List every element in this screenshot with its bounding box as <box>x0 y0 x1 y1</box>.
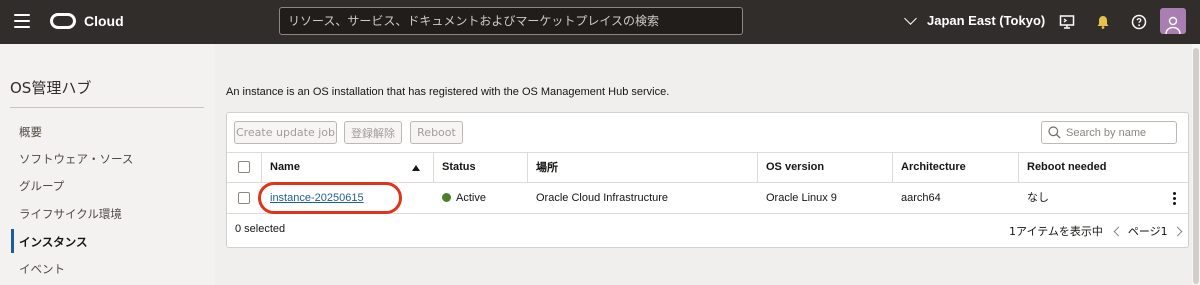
table-search-input[interactable] <box>1066 126 1176 139</box>
page-description: An instance is an OS installation that h… <box>226 86 670 98</box>
table-search[interactable] <box>1041 121 1177 144</box>
status-label: Active <box>456 192 486 204</box>
nav-item-events[interactable]: イベント <box>19 261 65 277</box>
instances-table-panel: Create update job 登録解除 Reboot Name Statu… <box>226 112 1189 248</box>
instance-name-link[interactable]: instance-20250615 <box>270 192 364 204</box>
nav-divider <box>10 107 204 108</box>
table-header: Name Status 場所 OS version Architecture R… <box>227 152 1188 183</box>
cell-status: Active <box>434 183 486 213</box>
top-navigation-bar: Cloud Japan East (Tokyo) <box>0 0 1200 44</box>
side-navigation: OS管理ハブ 概要 ソフトウェア・ソース グループ ライフサイクル環境 インスタ… <box>0 44 215 285</box>
nav-item-overview[interactable]: 概要 <box>19 124 42 140</box>
nav-item-instances[interactable]: インスタンス <box>19 234 88 250</box>
cloud-shell-icon[interactable] <box>1057 12 1077 32</box>
region-label: Japan East (Tokyo) <box>927 13 1046 28</box>
cell-architecture: aarch64 <box>901 192 941 204</box>
region-selector[interactable]: Japan East (Tokyo) <box>904 12 1046 28</box>
select-all-checkbox[interactable] <box>238 161 250 173</box>
app-name: Cloud <box>84 13 124 29</box>
page-label: ページ1 <box>1127 225 1168 238</box>
column-header-location[interactable]: 場所 <box>528 153 758 182</box>
search-icon <box>1048 126 1061 139</box>
nav-item-lifecycle-environments[interactable]: ライフサイクル環境 <box>19 206 122 222</box>
unregister-button[interactable]: 登録解除 <box>344 121 402 144</box>
notifications-icon[interactable] <box>1093 12 1113 32</box>
nav-active-indicator <box>11 229 14 253</box>
menu-icon[interactable] <box>14 14 30 28</box>
oracle-cloud-logo[interactable]: Cloud <box>50 13 124 29</box>
create-update-job-button[interactable]: Create update job <box>234 121 337 144</box>
column-header-reboot-needed[interactable]: Reboot needed <box>1019 153 1188 182</box>
column-header-name-label: Name <box>270 161 300 173</box>
user-avatar[interactable] <box>1160 8 1186 34</box>
row-select-checkbox[interactable] <box>238 192 250 204</box>
help-icon[interactable] <box>1129 12 1149 32</box>
next-page-icon[interactable] <box>1172 226 1183 236</box>
row-actions-menu-icon[interactable] <box>1173 192 1177 206</box>
user-profile-icon <box>1165 16 1181 34</box>
column-header-status[interactable]: Status <box>434 153 528 182</box>
page-scrollbar-thumb[interactable] <box>1193 48 1199 284</box>
cell-name: instance-20250615 <box>262 183 364 213</box>
select-all-cell <box>227 153 262 182</box>
pagination: 1アイテムを表示中 ページ1 <box>1009 223 1183 239</box>
cell-reboot-needed: なし <box>1027 191 1049 204</box>
nav-item-groups[interactable]: グループ <box>19 178 64 194</box>
oracle-logo-icon <box>50 13 76 29</box>
previous-page-icon[interactable] <box>1113 226 1124 236</box>
nav-item-software-sources[interactable]: ソフトウェア・ソース <box>19 151 133 167</box>
cell-os-version: Oracle Linux 9 <box>766 192 837 204</box>
cell-location: Oracle Cloud Infrastructure <box>536 192 669 204</box>
selected-count: 0 selected <box>235 223 286 235</box>
column-header-name[interactable]: Name <box>262 153 434 182</box>
reboot-button[interactable]: Reboot <box>410 121 463 144</box>
column-header-architecture[interactable]: Architecture <box>893 153 1019 182</box>
global-search-input[interactable] <box>288 14 734 28</box>
chevron-down-icon <box>904 12 917 25</box>
table-row: instance-20250615 Active Oracle Cloud In… <box>227 183 1188 214</box>
sort-ascending-icon[interactable] <box>412 165 420 171</box>
global-search[interactable] <box>279 7 743 35</box>
service-title: OS管理ハブ <box>10 79 92 97</box>
status-active-dot-icon <box>442 193 451 202</box>
column-header-os-version[interactable]: OS version <box>758 153 893 182</box>
items-shown-label: 1アイテムを表示中 <box>1009 225 1103 238</box>
